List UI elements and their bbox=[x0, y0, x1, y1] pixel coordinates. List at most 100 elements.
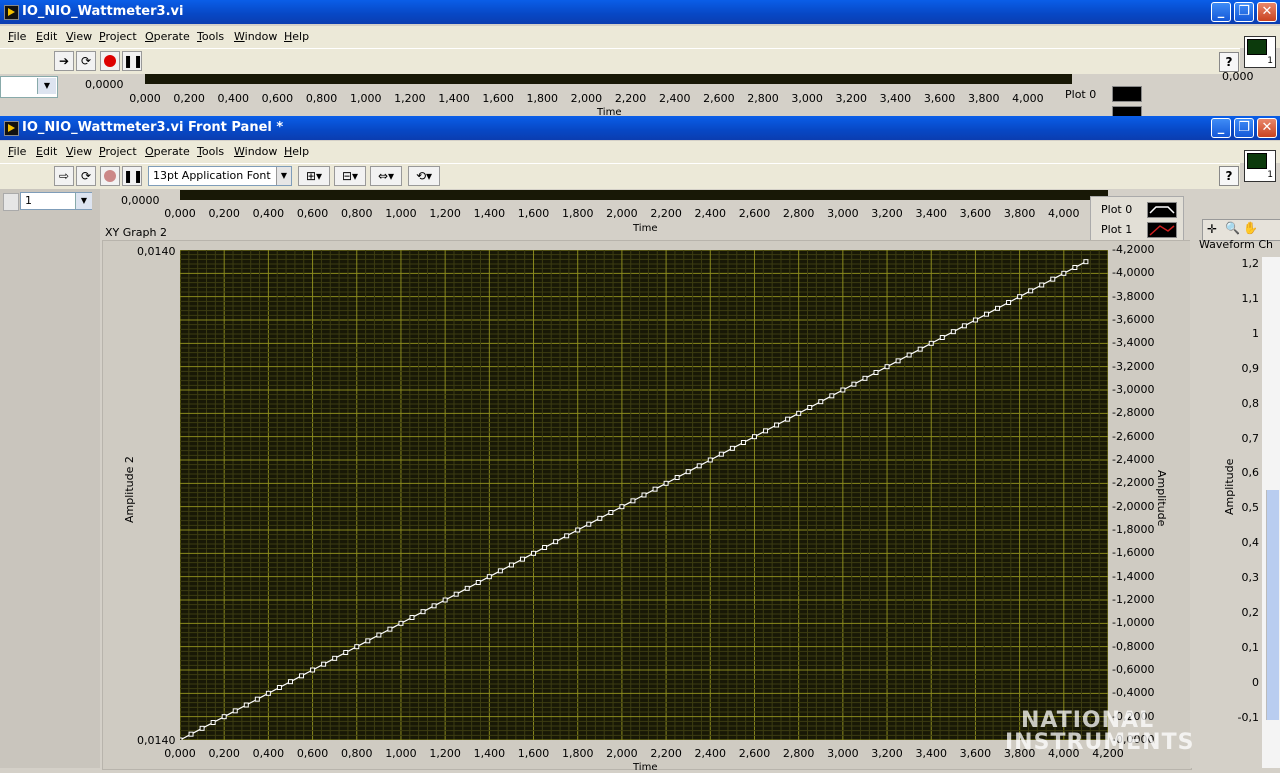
run-continuously-icon[interactable]: ⟳ bbox=[76, 51, 96, 71]
scrollbar-thumb[interactable] bbox=[1266, 490, 1279, 720]
y-left-axis-label: Amplitude 2 bbox=[123, 456, 136, 523]
menu-edit[interactable]: Edit bbox=[36, 30, 57, 43]
x-tick-label: 2,800 bbox=[747, 92, 779, 105]
xy-graph-plot-area[interactable] bbox=[177, 249, 1109, 743]
data-point bbox=[365, 638, 371, 644]
data-point bbox=[486, 574, 492, 580]
menu-file[interactable]: File bbox=[8, 30, 26, 43]
back-toolbar: ➔ ⟳ ❚❚ bbox=[0, 48, 1240, 75]
menu-edit[interactable]: Edit bbox=[36, 145, 57, 158]
front-connector-icon: 1 bbox=[1244, 150, 1276, 182]
back-legend-plot0[interactable]: Plot 0 bbox=[1065, 88, 1096, 101]
maximize-button[interactable]: ❐ bbox=[1234, 118, 1254, 138]
y-right-tick-label: -3,0000 bbox=[1112, 383, 1155, 396]
y-right-tick-label: -3,2000 bbox=[1112, 359, 1155, 373]
y-right-tick-label: -0,8000 bbox=[1112, 639, 1155, 653]
menu-help[interactable]: Help bbox=[284, 145, 309, 158]
front-window-titlebar[interactable]: IO_NIO_Wattmeter3.vi Front Panel * _ ❐ ✕ bbox=[0, 116, 1280, 140]
data-point bbox=[343, 650, 349, 655]
x-tick-label: 0,200 bbox=[208, 207, 240, 220]
x-tick-label: 2,200 bbox=[650, 207, 682, 220]
data-point bbox=[1017, 294, 1023, 300]
minimize-button[interactable]: _ bbox=[1211, 118, 1231, 138]
xy-graph-title: XY Graph 2 bbox=[105, 226, 167, 239]
menu-view[interactable]: View bbox=[66, 30, 92, 43]
legend-plot1[interactable]: Plot 1 bbox=[1101, 223, 1132, 236]
close-button[interactable]: ✕ bbox=[1257, 2, 1277, 22]
y-left-tick-top: 0,0140 bbox=[137, 245, 176, 258]
x-tick-label: 1,800 bbox=[561, 207, 594, 220]
x-tick-label: 1,600 bbox=[482, 92, 514, 105]
x-tick-label: 2,000 bbox=[606, 207, 638, 220]
back-legend-swatch-0[interactable] bbox=[1112, 86, 1142, 102]
data-point bbox=[1028, 288, 1034, 294]
data-point bbox=[431, 603, 437, 609]
pause-icon[interactable]: ❚❚ bbox=[122, 166, 143, 186]
data-point bbox=[497, 568, 503, 574]
abort-icon[interactable] bbox=[100, 51, 120, 71]
menu-tools[interactable]: Tools bbox=[197, 145, 224, 158]
menu-help[interactable]: Help bbox=[284, 30, 309, 43]
data-point bbox=[608, 510, 614, 515]
legend-swatch-plot1[interactable] bbox=[1147, 222, 1177, 238]
data-point bbox=[1072, 265, 1078, 270]
abort-icon[interactable] bbox=[100, 166, 120, 186]
run-continuously-icon[interactable]: ⟳ bbox=[76, 166, 96, 186]
menu-project[interactable]: Project bbox=[99, 30, 137, 43]
y-right-tick-label: -1,2000 bbox=[1112, 593, 1155, 606]
resize-objects-icon[interactable]: ⇔▾ bbox=[370, 166, 402, 186]
data-point bbox=[310, 667, 316, 673]
waveform-y-tick: 0,9 bbox=[1241, 361, 1260, 375]
x-tick-label: 0,200 bbox=[173, 92, 205, 105]
data-point bbox=[796, 410, 802, 416]
waveform-y-label: Amplitude bbox=[1223, 458, 1236, 515]
waveform-y-tick: 0,4 bbox=[1241, 536, 1260, 550]
front-help-icon[interactable]: ? bbox=[1219, 166, 1239, 186]
legend-plot0[interactable]: Plot 0 bbox=[1101, 203, 1132, 216]
menu-view[interactable]: View bbox=[66, 145, 92, 158]
x-tick-label: 0,800 bbox=[341, 207, 373, 220]
waveform-y-tick: 0,7 bbox=[1241, 431, 1260, 445]
run-arrow-icon[interactable]: ⇨ bbox=[54, 166, 74, 186]
pause-icon[interactable]: ❚❚ bbox=[122, 51, 143, 71]
x-tick-label: 2,000 bbox=[606, 747, 638, 760]
data-point bbox=[586, 521, 592, 527]
menu-operate[interactable]: Operate bbox=[145, 145, 190, 158]
back-menubar: File Edit View Project Operate Tools Window Hel… bbox=[0, 26, 1280, 48]
pan-hand-icon[interactable]: ✋ bbox=[1243, 221, 1258, 235]
align-objects-icon[interactable]: ⊞▾ bbox=[298, 166, 330, 186]
crosshair-icon[interactable]: ✛ bbox=[1207, 222, 1217, 236]
data-point bbox=[232, 708, 238, 714]
data-point bbox=[398, 620, 404, 626]
run-arrow-icon[interactable]: ➔ bbox=[54, 51, 74, 71]
reorder-icon[interactable]: ⟲▾ bbox=[408, 166, 440, 186]
x-tick-label: 3,200 bbox=[871, 207, 903, 220]
back-help-icon[interactable]: ? bbox=[1219, 52, 1239, 72]
menu-window[interactable]: Window bbox=[234, 145, 277, 158]
menu-tools[interactable]: Tools bbox=[197, 30, 224, 43]
menu-project[interactable]: Project bbox=[99, 145, 137, 158]
menu-window[interactable]: Window bbox=[234, 30, 277, 43]
data-point bbox=[254, 696, 260, 702]
y-right-tick-label: -2,6000 bbox=[1112, 429, 1155, 443]
distribute-objects-icon[interactable]: ⊟▾ bbox=[334, 166, 366, 186]
waveform-y-tick: 1 bbox=[1252, 326, 1259, 340]
legend-swatch-plot0[interactable] bbox=[1147, 202, 1177, 218]
x-tick-label: 1,200 bbox=[429, 207, 461, 220]
x-tick-label: 4,000 bbox=[1048, 207, 1080, 220]
font-selector[interactable]: 13pt Application Font ▼ bbox=[148, 166, 292, 186]
y-right-tick-label: -0,6000 bbox=[1112, 663, 1155, 676]
zoom-icon[interactable]: 🔍 bbox=[1225, 221, 1240, 235]
chevron-down-icon[interactable]: ▼ bbox=[276, 167, 291, 185]
back-window-titlebar[interactable]: IO_NIO_Wattmeter3.vi _ ❐ ✕ bbox=[0, 0, 1280, 24]
minimize-button[interactable]: _ bbox=[1211, 2, 1231, 22]
menu-file[interactable]: File bbox=[8, 145, 26, 158]
x-tick-label: 0,400 bbox=[217, 92, 250, 105]
menu-operate[interactable]: Operate bbox=[145, 30, 190, 43]
data-point bbox=[851, 381, 857, 387]
waveform-y-tick: 0,1 bbox=[1241, 640, 1260, 654]
maximize-button[interactable]: ❐ bbox=[1234, 2, 1254, 22]
data-point bbox=[508, 562, 514, 568]
close-button[interactable]: ✕ bbox=[1257, 118, 1277, 138]
top-graph-x-label: Time bbox=[633, 223, 658, 234]
